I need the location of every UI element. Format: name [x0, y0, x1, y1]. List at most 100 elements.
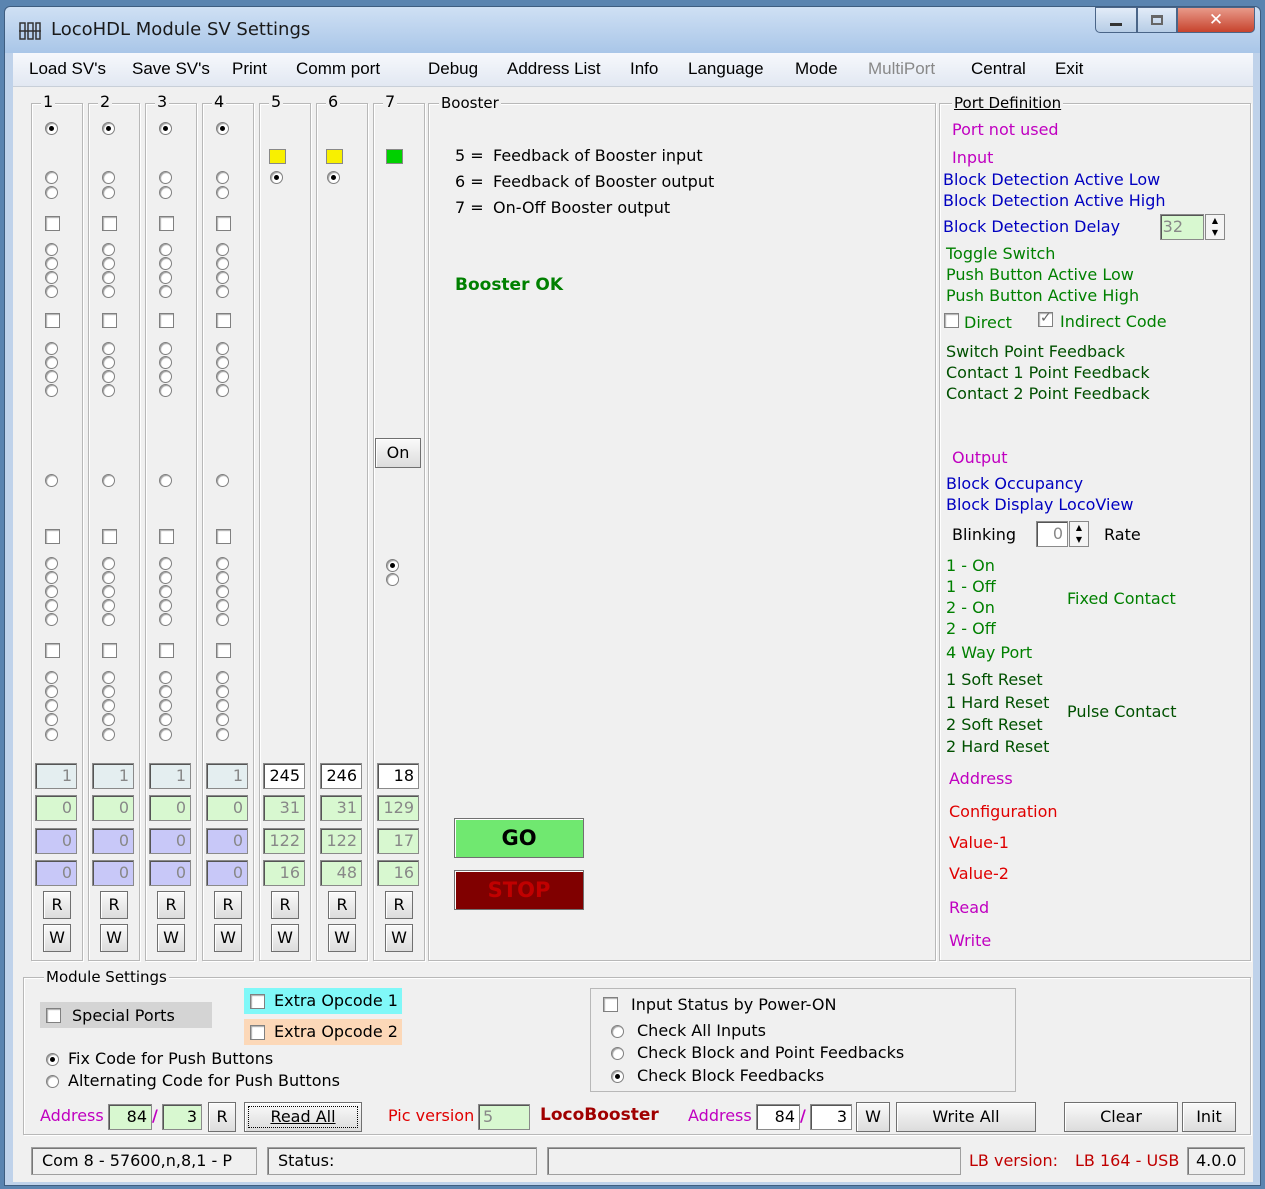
port-2-option-radio[interactable]	[102, 271, 115, 284]
port-2-option-checkbox[interactable]	[102, 529, 117, 544]
port-4-option-radio[interactable]	[216, 557, 229, 570]
port-4-option-checkbox[interactable]	[216, 216, 231, 231]
port-1-option-checkbox[interactable]	[45, 643, 60, 658]
port-4-option-radio[interactable]	[216, 271, 229, 284]
port-1-option-radio[interactable]	[45, 370, 58, 383]
port-2-option-radio[interactable]	[102, 571, 115, 584]
port-3-write-button[interactable]: W	[157, 924, 185, 952]
port-4-option-radio[interactable]	[216, 384, 229, 397]
port-1-option-radio[interactable]	[45, 122, 58, 135]
port-5-option-radio[interactable]	[270, 171, 283, 184]
port-6-address-field[interactable]: 246	[320, 763, 362, 789]
go-button[interactable]: GO	[454, 818, 584, 858]
bd-delay-field[interactable]: 32	[1160, 214, 1204, 240]
port-2-config-field[interactable]: 0	[92, 795, 134, 821]
port-4-option-radio[interactable]	[216, 257, 229, 270]
port-1-value1-field[interactable]: 0	[35, 828, 77, 854]
menu-mode[interactable]: Mode	[795, 59, 838, 79]
alt-code-radio[interactable]	[46, 1075, 59, 1088]
write-all-button[interactable]: Write All	[896, 1102, 1036, 1132]
clear-button[interactable]: Clear	[1064, 1102, 1178, 1132]
port-1-option-checkbox[interactable]	[45, 529, 60, 544]
menu-debug[interactable]: Debug	[428, 59, 478, 79]
port-1-option-radio[interactable]	[45, 285, 58, 298]
port-1-option-checkbox[interactable]	[45, 313, 60, 328]
port-2-option-radio[interactable]	[102, 257, 115, 270]
port-1-option-radio[interactable]	[45, 243, 58, 256]
port-1-option-radio[interactable]	[45, 571, 58, 584]
direct-checkbox[interactable]	[944, 313, 959, 328]
port-3-option-radio[interactable]	[159, 384, 172, 397]
port-3-option-radio[interactable]	[159, 728, 172, 741]
port-3-option-radio[interactable]	[159, 356, 172, 369]
minimize-button[interactable]	[1095, 7, 1137, 33]
port-2-option-radio[interactable]	[102, 370, 115, 383]
port-2-option-radio[interactable]	[102, 728, 115, 741]
port-4-option-checkbox[interactable]	[216, 313, 231, 328]
indirect-checkbox[interactable]	[1038, 310, 1053, 327]
port-6-value2-field[interactable]: 48	[320, 860, 362, 886]
port-4-option-radio[interactable]	[216, 356, 229, 369]
port-1-option-radio[interactable]	[45, 685, 58, 698]
maximize-button[interactable]	[1137, 7, 1177, 33]
port-3-option-radio[interactable]	[159, 685, 172, 698]
port-2-option-radio[interactable]	[102, 285, 115, 298]
port-1-option-radio[interactable]	[45, 474, 58, 487]
port-4-option-radio[interactable]	[216, 671, 229, 684]
port-1-option-radio[interactable]	[45, 599, 58, 612]
init-button[interactable]: Init	[1182, 1102, 1236, 1132]
port-4-value2-field[interactable]: 0	[206, 860, 248, 886]
port-4-option-radio[interactable]	[216, 599, 229, 612]
port-5-read-button[interactable]: R	[271, 891, 299, 919]
port-5-config-field[interactable]: 31	[263, 795, 305, 821]
port-1-option-radio[interactable]	[45, 699, 58, 712]
blink-rate-field[interactable]: 0	[1036, 521, 1068, 547]
port-4-option-radio[interactable]	[216, 243, 229, 256]
port-1-option-radio[interactable]	[45, 384, 58, 397]
check-all-radio[interactable]	[611, 1025, 624, 1038]
port-1-value2-field[interactable]: 0	[35, 860, 77, 886]
port-4-write-button[interactable]: W	[214, 924, 242, 952]
port-3-option-checkbox[interactable]	[159, 529, 174, 544]
port-2-option-radio[interactable]	[102, 671, 115, 684]
port-5-value1-field[interactable]: 122	[263, 828, 305, 854]
port-3-option-radio[interactable]	[159, 699, 172, 712]
port-2-address-field[interactable]: 1	[92, 763, 134, 789]
booster-write-button[interactable]: W	[856, 1102, 890, 1132]
port-4-option-radio[interactable]	[216, 699, 229, 712]
port-3-option-radio[interactable]	[159, 557, 172, 570]
port-1-option-radio[interactable]	[45, 257, 58, 270]
port-7-off-radio[interactable]	[386, 573, 399, 586]
port-1-option-radio[interactable]	[45, 271, 58, 284]
close-button[interactable]: ✕	[1177, 7, 1255, 33]
booster-on-button[interactable]: On	[375, 438, 421, 468]
module-address-field[interactable]: 84	[108, 1104, 152, 1130]
port-2-option-radio[interactable]	[102, 243, 115, 256]
port-2-option-radio[interactable]	[102, 171, 115, 184]
check-block-radio[interactable]	[611, 1070, 624, 1083]
port-2-option-radio[interactable]	[102, 342, 115, 355]
port-4-option-checkbox[interactable]	[216, 529, 231, 544]
port-3-config-field[interactable]: 0	[149, 795, 191, 821]
menu-comm-port[interactable]: Comm port	[296, 59, 380, 79]
port-2-value1-field[interactable]: 0	[92, 828, 134, 854]
menu-language[interactable]: Language	[688, 59, 764, 79]
port-1-config-field[interactable]: 0	[35, 795, 77, 821]
port-2-option-radio[interactable]	[102, 186, 115, 199]
port-6-option-radio[interactable]	[327, 171, 340, 184]
port-3-option-checkbox[interactable]	[159, 216, 174, 231]
port-6-config-field[interactable]: 31	[320, 795, 362, 821]
port-3-option-radio[interactable]	[159, 474, 172, 487]
port-1-option-radio[interactable]	[45, 557, 58, 570]
module-subaddress-field[interactable]: 3	[162, 1104, 202, 1130]
port-4-option-radio[interactable]	[216, 713, 229, 726]
port-3-option-radio[interactable]	[159, 171, 172, 184]
menu-print[interactable]: Print	[232, 59, 267, 79]
port-4-option-radio[interactable]	[216, 285, 229, 298]
port-7-config-field[interactable]: 129	[377, 795, 419, 821]
port-2-option-checkbox[interactable]	[102, 643, 117, 658]
port-6-read-button[interactable]: R	[328, 891, 356, 919]
port-1-address-field[interactable]: 1	[35, 763, 77, 789]
port-5-address-field[interactable]: 245	[263, 763, 305, 789]
booster-address-field[interactable]: 84	[756, 1104, 800, 1130]
